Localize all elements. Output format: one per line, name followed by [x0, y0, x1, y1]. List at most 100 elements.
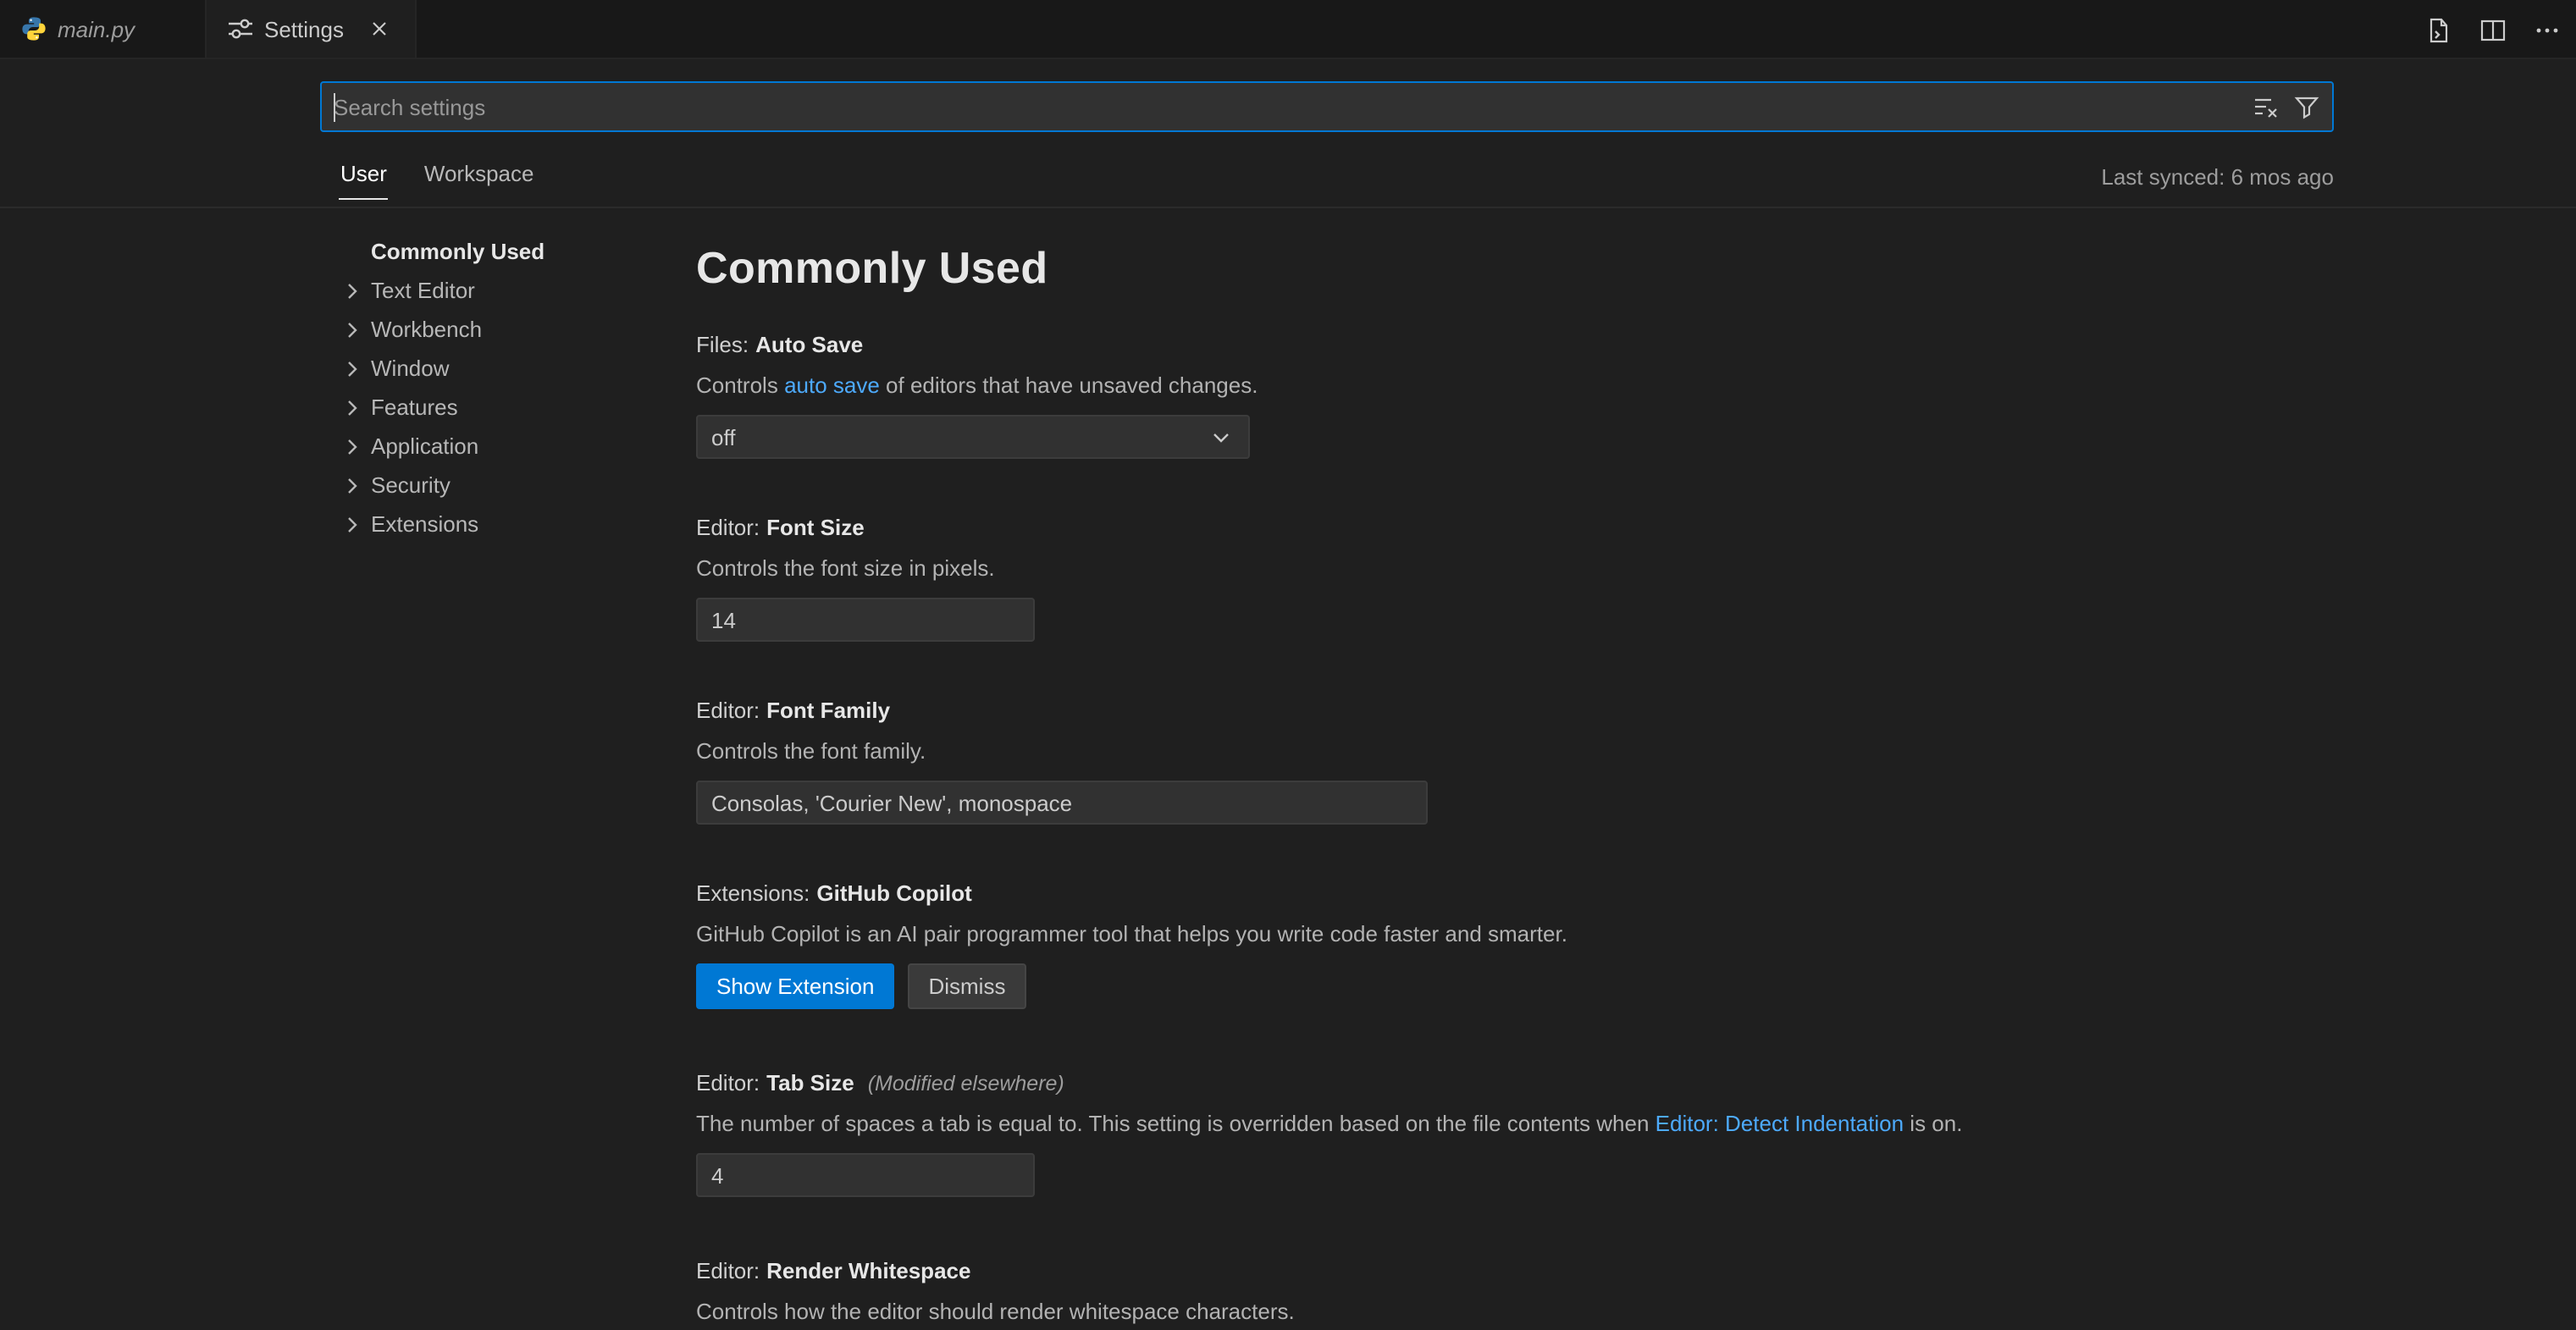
chevron-right-icon	[339, 472, 366, 499]
setting-title: Editor:Render Whitespace	[696, 1256, 2334, 1287]
setting-description: GitHub Copilot is an AI pair programmer …	[696, 919, 2334, 950]
toc-label: Application	[371, 433, 478, 459]
tab-size-input[interactable]	[696, 1153, 1035, 1197]
settings-scope-row: User Workspace Last synced: 6 mos ago	[320, 152, 2334, 200]
setting-title: Editor:Font Size	[696, 513, 2334, 544]
search-actions	[2253, 83, 2320, 130]
setting-control	[696, 1153, 2334, 1197]
toc-spacer	[339, 238, 366, 265]
vscode-settings-window: main.py Settings	[0, 0, 2576, 1330]
setting-control: off	[696, 415, 2334, 459]
desc-text: Controls	[696, 373, 784, 398]
tab-settings[interactable]: Settings	[207, 0, 417, 58]
toc-item-window[interactable]: Window	[320, 349, 659, 388]
page-title: Commonly Used	[696, 240, 2334, 295]
settings-search-box	[320, 81, 2334, 132]
tab-main-py[interactable]: main.py	[0, 0, 207, 58]
setting-name: Font Family	[766, 698, 890, 723]
chevron-right-icon	[339, 394, 366, 421]
desc-text: is on.	[1904, 1111, 1962, 1136]
toc-label: Text Editor	[371, 278, 475, 303]
setting-category: Editor:	[696, 515, 760, 540]
setting-description: Controls the font family.	[696, 737, 2334, 767]
chevron-right-icon	[339, 316, 366, 343]
auto-save-select[interactable]: off	[696, 415, 1250, 459]
setting-name: GitHub Copilot	[816, 880, 971, 906]
editor-actions	[2420, 0, 2566, 59]
setting-title: Files:Auto Save	[696, 330, 2334, 361]
close-tab-icon[interactable]	[364, 14, 395, 44]
toc-item-features[interactable]: Features	[320, 388, 659, 427]
font-size-input[interactable]	[696, 598, 1035, 642]
setting-category: Editor:	[696, 1258, 760, 1283]
setting-description: Controls how the editor should render wh…	[696, 1297, 2334, 1327]
toc-item-extensions[interactable]: Extensions	[320, 505, 659, 544]
setting-name: Font Size	[766, 515, 865, 540]
setting-editor-font-size: Editor:Font Size Controls the font size …	[696, 513, 2334, 642]
toc-item-commonly-used[interactable]: Commonly Used	[320, 232, 659, 271]
split-editor-icon[interactable]	[2474, 11, 2512, 48]
toc-label: Commonly Used	[371, 239, 544, 264]
setting-description: Controls the font size in pixels.	[696, 554, 2334, 584]
filter-icon[interactable]	[2293, 93, 2320, 120]
setting-category: Editor:	[696, 698, 760, 723]
toc-label: Extensions	[371, 511, 478, 537]
select-value: off	[711, 424, 735, 450]
settings-sliders-icon	[227, 15, 254, 42]
setting-category: Editor:	[696, 1070, 760, 1095]
settings-search-row	[320, 81, 2334, 132]
setting-description: The number of spaces a tab is equal to. …	[696, 1109, 2334, 1140]
chevron-right-icon	[339, 510, 366, 538]
scope-tab-workspace[interactable]: Workspace	[423, 152, 536, 200]
chevron-right-icon	[339, 277, 366, 304]
settings-content: Commonly Used Files:Auto Save Controls a…	[696, 208, 2334, 1330]
text-cursor	[334, 93, 335, 122]
font-family-input[interactable]	[696, 781, 1428, 825]
desc-text: of editors that have unsaved changes.	[880, 373, 1258, 398]
setting-category: Extensions:	[696, 880, 810, 906]
setting-name: Auto Save	[755, 332, 863, 357]
setting-name: Tab Size	[766, 1070, 854, 1095]
toc-item-application[interactable]: Application	[320, 427, 659, 466]
setting-editor-tab-size: Editor:Tab Size (Modified elsewhere) The …	[696, 1068, 2334, 1197]
dismiss-button[interactable]: Dismiss	[908, 963, 1025, 1009]
modified-elsewhere-note: (Modified elsewhere)	[868, 1072, 1064, 1095]
clear-search-results-icon[interactable]	[2253, 93, 2280, 120]
editor-tab-bar: main.py Settings	[0, 0, 2576, 59]
setting-title: Extensions:GitHub Copilot	[696, 879, 2334, 909]
setting-title: Editor:Tab Size (Modified elsewhere)	[696, 1068, 2334, 1099]
setting-category: Files:	[696, 332, 749, 357]
tab-label-settings: Settings	[264, 16, 344, 41]
setting-title: Editor:Font Family	[696, 696, 2334, 726]
python-icon	[20, 15, 47, 42]
toc-label: Features	[371, 395, 458, 420]
toc-label: Security	[371, 472, 451, 498]
settings-list: Files:Auto Save Controls auto save of ed…	[696, 330, 2334, 1330]
setting-control	[696, 781, 2334, 825]
chevron-right-icon	[339, 433, 366, 460]
setting-control	[696, 598, 2334, 642]
open-settings-json-icon[interactable]	[2420, 11, 2457, 48]
desc-text: The number of spaces a tab is equal to. …	[696, 1111, 1656, 1136]
setting-editor-render-whitespace: Editor:Render Whitespace Controls how th…	[696, 1256, 2334, 1330]
toc-item-workbench[interactable]: Workbench	[320, 310, 659, 349]
setting-description: Controls auto save of editors that have …	[696, 371, 2334, 401]
show-extension-button[interactable]: Show Extension	[696, 963, 894, 1009]
sync-status: Last synced: 6 mos ago	[2101, 163, 2334, 189]
chevron-right-icon	[339, 355, 366, 382]
setting-name: Render Whitespace	[766, 1258, 970, 1283]
setting-control: Show Extension Dismiss	[696, 963, 2334, 1009]
setting-editor-font-family: Editor:Font Family Controls the font fam…	[696, 696, 2334, 825]
more-actions-icon[interactable]	[2529, 11, 2566, 48]
toc-item-text-editor[interactable]: Text Editor	[320, 271, 659, 310]
detect-indentation-link[interactable]: Editor: Detect Indentation	[1656, 1111, 1904, 1136]
scope-tab-user[interactable]: User	[339, 152, 389, 200]
setting-extensions-github-copilot: Extensions:GitHub Copilot GitHub Copilot…	[696, 879, 2334, 1009]
toc-item-security[interactable]: Security	[320, 466, 659, 505]
setting-files-auto-save: Files:Auto Save Controls auto save of ed…	[696, 330, 2334, 459]
toc-label: Workbench	[371, 317, 482, 342]
auto-save-link[interactable]: auto save	[784, 373, 880, 398]
toc-label: Window	[371, 356, 450, 381]
tab-label-main-py: main.py	[58, 16, 135, 41]
search-input[interactable]	[322, 83, 2332, 130]
